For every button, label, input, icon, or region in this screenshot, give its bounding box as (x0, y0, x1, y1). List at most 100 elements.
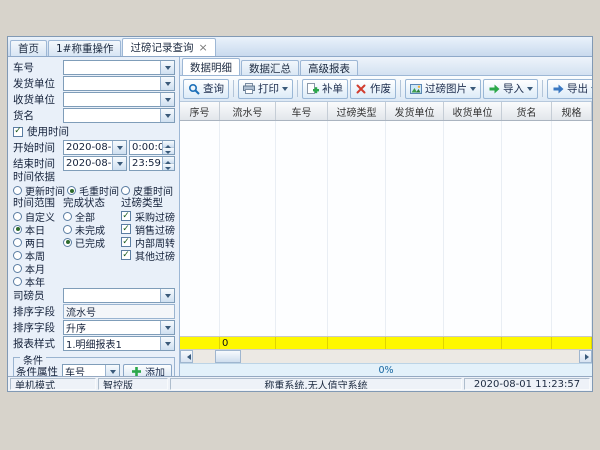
import-button[interactable]: 导入 (483, 79, 538, 99)
time-range-today-radio[interactable]: 本日 (13, 223, 63, 235)
horizontal-scrollbar[interactable] (180, 349, 592, 363)
time-basis-update-radio[interactable]: 更新时间 (13, 183, 65, 198)
toolbar-separator (542, 80, 543, 97)
col-serial[interactable]: 流水号 (220, 102, 276, 120)
chevron-down-icon[interactable] (591, 87, 592, 94)
chevron-down-icon[interactable] (105, 365, 119, 376)
finish-all-radio[interactable]: 全部 (63, 210, 121, 222)
print-button[interactable]: 打印 (238, 79, 293, 99)
chevron-down-icon[interactable] (160, 337, 174, 350)
checkbox-checked-icon (121, 250, 131, 260)
report-style-combo[interactable]: 1.明细报表1 (63, 336, 175, 351)
time-basis-gross-radio[interactable]: 毛重时间 (67, 183, 119, 198)
export-arrow-icon (552, 83, 564, 95)
search-icon (188, 83, 200, 95)
checkbox-checked-icon (121, 237, 131, 247)
consignee-combo[interactable] (63, 92, 175, 107)
col-consignor[interactable]: 发货单位 (386, 102, 444, 120)
import-arrow-icon (488, 83, 500, 95)
time-range-month-radio[interactable]: 本月 (13, 262, 63, 274)
grid-body[interactable] (180, 121, 592, 336)
start-date-picker[interactable]: 2020-08-01 (63, 140, 127, 155)
tab-advanced-report[interactable]: 高级报表 (300, 60, 358, 75)
condition-attr-combo[interactable]: 车号 (62, 364, 120, 376)
radio-icon (63, 212, 72, 221)
plus-icon (130, 366, 142, 377)
photo-icon (410, 83, 422, 95)
end-date-picker[interactable]: 2020-08-01 (63, 156, 127, 171)
time-range-custom-radio[interactable]: 自定义 (13, 210, 63, 222)
checkbox-checked-icon (121, 211, 131, 221)
sort-field-box[interactable]: 流水号 (63, 304, 175, 319)
sort-order-label: 排序字段 (13, 320, 63, 335)
chevron-down-icon[interactable] (160, 321, 174, 334)
chevron-down-icon[interactable] (160, 93, 174, 106)
printer-icon (243, 83, 255, 95)
chevron-down-icon[interactable] (160, 109, 174, 122)
void-button[interactable]: 作废 (350, 79, 396, 99)
chevron-down-icon[interactable] (160, 61, 174, 74)
chevron-down-icon[interactable] (160, 289, 174, 302)
scrollbar-track[interactable] (193, 350, 579, 363)
chevron-down-icon[interactable] (112, 141, 126, 154)
scroll-right-icon[interactable] (579, 350, 592, 363)
start-time-spinner[interactable]: 0:00:00 (129, 140, 175, 155)
tab-data-summary[interactable]: 数据汇总 (241, 60, 299, 75)
time-range-twodays-radio[interactable]: 两日 (13, 236, 63, 248)
col-seq[interactable]: 序号 (180, 102, 220, 120)
weigh-type-other-checkbox[interactable]: 其他过磅 (121, 249, 175, 261)
export-button[interactable]: 导出 (547, 79, 592, 99)
tab-record-query-label: 过磅记录查询 (130, 40, 193, 55)
supplement-button[interactable]: 补单 (302, 79, 348, 99)
radio-icon (13, 212, 22, 221)
tab-data-detail[interactable]: 数据明细 (182, 58, 240, 75)
col-vehicle[interactable]: 车号 (276, 102, 328, 120)
consignor-combo[interactable] (63, 76, 175, 91)
col-weigh-type[interactable]: 过磅类型 (328, 102, 386, 120)
weigh-type-internal-checkbox[interactable]: 内部周转 (121, 236, 175, 248)
time-basis-tare-radio[interactable]: 皮重时间 (121, 183, 173, 198)
spin-up-icon[interactable] (163, 141, 174, 148)
goods-combo[interactable] (63, 108, 175, 123)
finish-finished-radio[interactable]: 已完成 (63, 236, 121, 248)
operator-label: 司磅员 (13, 288, 63, 303)
spin-down-icon[interactable] (163, 164, 174, 170)
tab-record-query[interactable]: 过磅记录查询 × (122, 38, 215, 56)
weigh-type-purchase-checkbox[interactable]: 采购过磅 (121, 210, 175, 222)
tab-home[interactable]: 首页 (10, 40, 47, 56)
col-spec[interactable]: 规格 (552, 102, 592, 120)
finish-unfinished-radio[interactable]: 未完成 (63, 223, 121, 235)
add-condition-button[interactable]: 添加 (123, 364, 172, 377)
query-button[interactable]: 查询 (183, 79, 229, 99)
end-time-spinner[interactable]: 23:59:59 (129, 156, 175, 171)
radio-icon (13, 264, 22, 273)
close-tab-icon[interactable]: × (198, 42, 207, 53)
chevron-down-icon[interactable] (527, 87, 533, 94)
tab-weighing-operation[interactable]: 1#称重操作 (48, 40, 121, 56)
sort-order-combo[interactable]: 升序 (63, 320, 175, 335)
status-bar: 单机模式 智控版 称重系统,无人值守系统 2020-08-01 11:23:57 (8, 376, 592, 391)
operator-combo[interactable] (63, 288, 175, 303)
spin-down-icon[interactable] (163, 148, 174, 154)
col-goods[interactable]: 货名 (502, 102, 552, 120)
chevron-down-icon[interactable] (282, 87, 288, 94)
document-tabbar: 首页 1#称重操作 过磅记录查询 × (8, 37, 592, 57)
weigh-type-sale-checkbox[interactable]: 销售过磅 (121, 223, 175, 235)
vehicle-combo[interactable] (63, 60, 175, 75)
tab-weighing-operation-label: 1#称重操作 (56, 41, 113, 56)
chevron-down-icon[interactable] (112, 157, 126, 170)
scrollbar-thumb[interactable] (215, 350, 241, 363)
time-range-week-radio[interactable]: 本周 (13, 249, 63, 261)
chevron-down-icon[interactable] (160, 77, 174, 90)
consignee-label: 收货单位 (13, 92, 63, 107)
sort-field-label: 排序字段 (13, 304, 63, 319)
col-consignee[interactable]: 收货单位 (444, 102, 502, 120)
chevron-down-icon[interactable] (470, 87, 476, 94)
weigh-photo-button[interactable]: 过磅图片 (405, 79, 481, 99)
time-range-year-radio[interactable]: 本年 (13, 275, 63, 287)
app-window: 首页 1#称重操作 过磅记录查询 × 车号 发货单位 (7, 36, 593, 392)
spin-up-icon[interactable] (163, 157, 174, 164)
status-edition: 智控版 (98, 378, 168, 390)
scroll-left-icon[interactable] (180, 350, 193, 363)
use-time-checkbox[interactable] (13, 127, 23, 137)
